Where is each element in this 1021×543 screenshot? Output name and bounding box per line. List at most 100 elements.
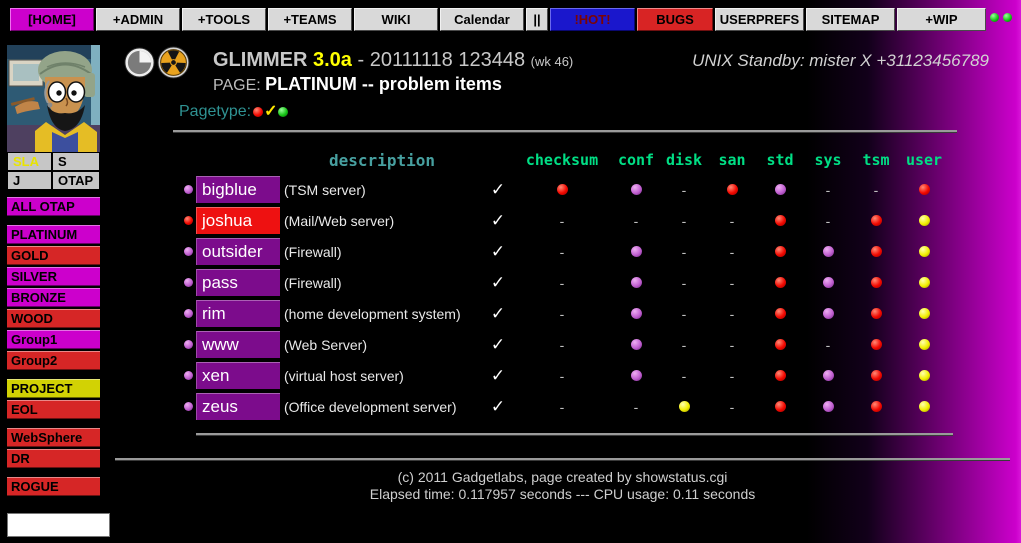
violet-status-dot[interactable] <box>823 246 834 257</box>
sla-cell-j[interactable]: J <box>7 171 52 190</box>
host-description: (Mail/Web server) <box>280 213 484 229</box>
host-description: (home development system) <box>280 306 484 322</box>
violet-status-dot[interactable] <box>631 246 642 257</box>
host-link-bigblue[interactable]: bigblue <box>196 176 280 203</box>
host-link-xen[interactable]: xen <box>196 362 280 389</box>
red-status-dot[interactable] <box>775 246 786 257</box>
nav-bugs[interactable]: BUGS <box>637 8 713 31</box>
violet-status-dot[interactable] <box>823 401 834 412</box>
red-status-dot[interactable] <box>919 184 930 195</box>
sidebar-item-rogue[interactable]: ROGUE <box>7 477 100 496</box>
nav-item[interactable]: || <box>526 8 548 31</box>
host-link-zeus[interactable]: zeus <box>196 393 280 420</box>
status-cell-checksum <box>512 184 612 195</box>
yellow-check-icon: ✓ <box>264 107 277 117</box>
sidebar-item-wood[interactable]: WOOD <box>7 309 100 328</box>
violet-status-dot[interactable] <box>775 184 786 195</box>
status-cell-conf: - <box>612 400 660 414</box>
status-cell-san: - <box>708 276 756 290</box>
status-cell-san: - <box>708 400 756 414</box>
nav-userprefs[interactable]: USERPREFS <box>715 8 804 31</box>
violet-status-dot[interactable] <box>631 339 642 350</box>
pie-chart-icon[interactable] <box>124 47 155 78</box>
header-divider <box>173 130 957 133</box>
sla-cell-s[interactable]: S <box>52 152 100 171</box>
lead-cell <box>180 181 196 199</box>
column-header-std: std <box>756 151 804 169</box>
status-cell-std <box>756 277 804 288</box>
host-link-outsider[interactable]: outsider <box>196 238 280 265</box>
pagetype-icons: ✓ <box>253 107 288 117</box>
nav-home[interactable]: [HOME] <box>10 8 94 31</box>
radiation-icon[interactable] <box>157 46 190 79</box>
sidebar-item-group1[interactable]: Group1 <box>7 330 100 349</box>
sla-cell-otap[interactable]: OTAP <box>52 171 100 190</box>
red-status-dot[interactable] <box>727 184 738 195</box>
status-cell-sys: - <box>804 338 852 352</box>
yellow-status-dot[interactable] <box>919 308 930 319</box>
host-link-rim[interactable]: rim <box>196 300 280 327</box>
yellow-status-dot[interactable] <box>919 246 930 257</box>
yellow-status-dot[interactable] <box>919 401 930 412</box>
column-header-disk: disk <box>660 151 708 169</box>
sidebar-item-silver[interactable]: SILVER <box>7 267 100 286</box>
status-cell-san: - <box>708 245 756 259</box>
app-version: 3.0a <box>313 49 352 71</box>
red-status-dot[interactable] <box>775 401 786 412</box>
violet-status-dot[interactable] <box>823 370 834 381</box>
red-status-dot[interactable] <box>775 339 786 350</box>
nav-hot[interactable]: !HOT! <box>550 8 635 31</box>
sidebar-item-gold[interactable]: GOLD <box>7 246 100 265</box>
sidebar-item-platinum[interactable]: PLATINUM <box>7 225 100 244</box>
yellow-status-dot[interactable] <box>679 401 690 412</box>
red-status-dot[interactable] <box>871 401 882 412</box>
red-status-dot[interactable] <box>871 215 882 226</box>
yellow-status-dot[interactable] <box>919 215 930 226</box>
nav-sitemap[interactable]: SITEMAP <box>806 8 895 31</box>
violet-status-dot[interactable] <box>631 308 642 319</box>
sidebar-item-group2[interactable]: Group2 <box>7 351 100 370</box>
violet-status-dot[interactable] <box>823 277 834 288</box>
sidebar-item-eol[interactable]: EOL <box>7 400 100 419</box>
status-cell-user <box>900 339 948 350</box>
violet-status-dot[interactable] <box>631 277 642 288</box>
nav-tools[interactable]: +TOOLS <box>182 8 266 31</box>
red-status-dot[interactable] <box>557 184 568 195</box>
yellow-status-dot[interactable] <box>919 339 930 350</box>
red-status-dot[interactable] <box>871 308 882 319</box>
sidebar-item-websphere[interactable]: WebSphere <box>7 428 100 447</box>
red-status-dot[interactable] <box>871 370 882 381</box>
red-status-dot[interactable] <box>871 246 882 257</box>
status-cell-user <box>900 184 948 195</box>
status-cell-user <box>900 370 948 381</box>
sidebar-item-bronze[interactable]: BRONZE <box>7 288 100 307</box>
violet-status-dot[interactable] <box>631 184 642 195</box>
sidebar-item-all-otap[interactable]: ALL OTAP <box>7 197 100 216</box>
status-cell-sys <box>804 308 852 319</box>
red-status-dot[interactable] <box>775 370 786 381</box>
nav-calendar[interactable]: Calendar <box>440 8 524 31</box>
nav-wip[interactable]: +WIP <box>897 8 986 31</box>
yellow-status-dot[interactable] <box>919 277 930 288</box>
host-link-joshua[interactable]: joshua <box>196 207 280 234</box>
status-cell-conf <box>612 339 660 350</box>
week-number: (wk 46) <box>531 54 574 69</box>
red-status-dot[interactable] <box>871 339 882 350</box>
yellow-status-dot[interactable] <box>919 370 930 381</box>
red-status-dot[interactable] <box>775 308 786 319</box>
violet-status-dot[interactable] <box>823 308 834 319</box>
nav-teams[interactable]: +TEAMS <box>268 8 352 31</box>
nav-wiki[interactable]: WIKI <box>354 8 438 31</box>
host-link-pass[interactable]: pass <box>196 269 280 296</box>
sla-cell-sla[interactable]: SLA <box>7 152 52 171</box>
red-status-dot[interactable] <box>775 277 786 288</box>
quick-search-input[interactable] <box>7 513 110 537</box>
red-status-dot[interactable] <box>871 277 882 288</box>
nav-admin[interactable]: +ADMIN <box>96 8 180 31</box>
host-link-www[interactable]: www <box>196 331 280 358</box>
violet-status-dot[interactable] <box>631 370 642 381</box>
sidebar-item-project[interactable]: PROJECT <box>7 379 100 398</box>
violet-status-dot <box>184 185 193 194</box>
sidebar-item-dr[interactable]: DR <box>7 449 100 468</box>
red-status-dot[interactable] <box>775 215 786 226</box>
